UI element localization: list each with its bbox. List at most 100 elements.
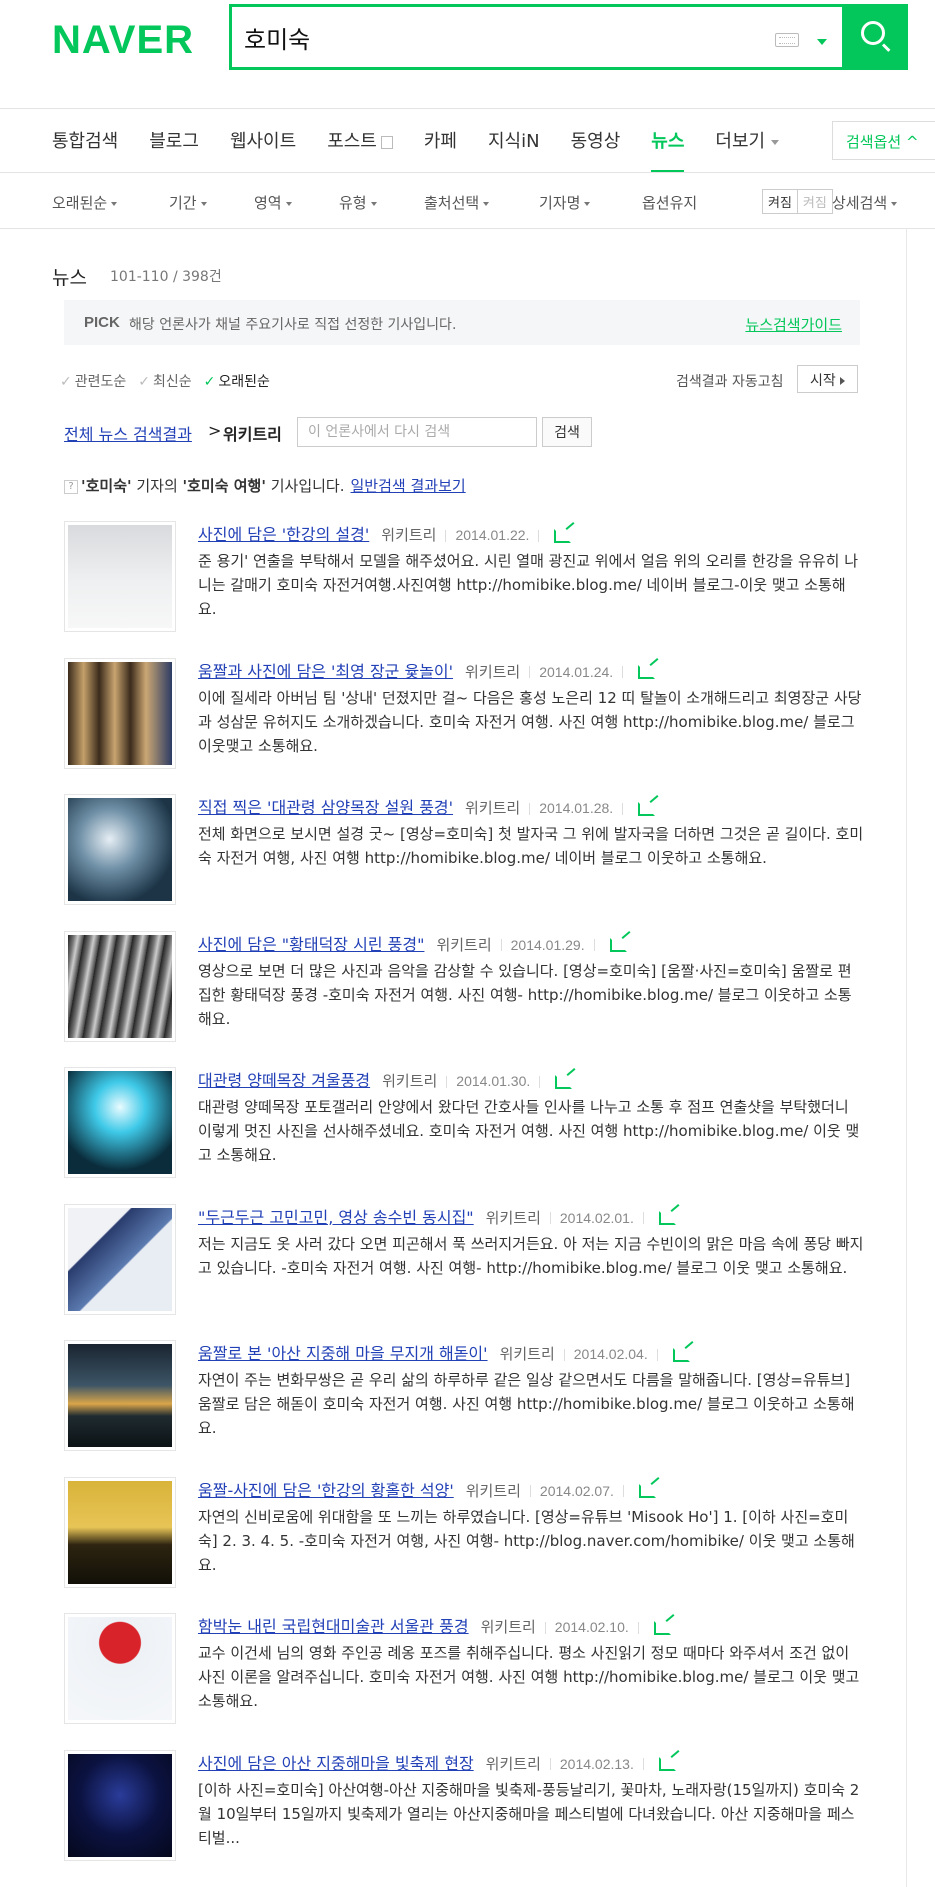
sort-latest[interactable]: ✓ 최신순 — [138, 371, 191, 391]
result-info: 함박눈 내린 국립현대미술관 서울관 풍경 위키트리 2014.02.10. 교수 이… — [198, 1613, 864, 1713]
result-headline[interactable]: 대관령 양떼목장 겨울풍경 — [198, 1071, 370, 1090]
naver-logo[interactable]: NAVER — [52, 18, 194, 63]
result-info: 사진에 담은 "황태덕장 시린 풍경" 위키트리 2014.01.29. 영상으로 보… — [198, 931, 864, 1031]
result-thumbnail[interactable] — [64, 930, 176, 1042]
result-press[interactable]: 위키트리 — [466, 1482, 521, 1500]
search-input[interactable] — [244, 17, 744, 57]
reporter-notice: ? '호미숙' 기자의 '호미숙 여행' 기사입니다. 일반검색 결과보기 — [64, 475, 466, 496]
check-icon: ✓ — [203, 374, 216, 390]
press-search-input[interactable] — [297, 417, 537, 447]
press-search-button[interactable]: 검색 — [542, 417, 592, 447]
result-headline[interactable]: 직접 찍은 '대관령 삼양목장 설원 풍경' — [198, 798, 453, 817]
result-headline[interactable]: "두근두근 고민고민, 영상 송수빈 동시집" — [198, 1208, 474, 1227]
result-thumbnail[interactable] — [64, 1749, 176, 1861]
filter-type-label: 유형 — [339, 194, 367, 212]
tab-blog[interactable]: 블로그 — [149, 127, 199, 153]
result-headline[interactable]: 사진에 담은 '한강의 설경' — [198, 525, 369, 544]
sort-oldest[interactable]: ✓ 오래된순 — [204, 371, 270, 391]
result-headline[interactable]: 움짤-사진에 담은 '한강의 황홀한 석양' — [198, 1481, 454, 1500]
result-press[interactable]: 위키트리 — [481, 1618, 536, 1636]
filter-type[interactable]: 유형 — [339, 192, 377, 213]
result-press[interactable]: 위키트리 — [381, 526, 436, 544]
result-thumbnail[interactable] — [64, 1203, 176, 1315]
result-thumbnail[interactable] — [64, 657, 176, 769]
notice-text: 기자의 — [131, 477, 183, 495]
result-headline[interactable]: 사진에 담은 아산 지중해마을 빛축제 현장 — [198, 1754, 474, 1773]
share-icon[interactable] — [638, 665, 656, 679]
result-press[interactable]: 위키트리 — [436, 936, 491, 954]
filter-detail[interactable]: 상세검색 — [832, 192, 898, 213]
toggle-off[interactable]: 켜짐 — [796, 190, 832, 213]
keyboard-dropdown-icon[interactable] — [817, 39, 827, 45]
news-guide-link[interactable]: 뉴스검색가이드 — [745, 314, 842, 335]
thumbnail-image — [68, 661, 172, 765]
result-press[interactable]: 위키트리 — [500, 1345, 555, 1363]
share-icon[interactable] — [555, 1074, 573, 1089]
result-thumbnail[interactable] — [64, 1067, 176, 1178]
pick-notice: PICK 해당 언론사가 채널 주요기사로 직접 선정한 기사입니다. 뉴스검색… — [64, 300, 860, 345]
auto-refresh-label: 검색결과 자동고침 — [676, 374, 784, 390]
result-description: 준 용기' 연출을 부탁해서 모델을 해주셨어요. 시린 열매 광진교 위에서 … — [198, 552, 859, 618]
result-press[interactable]: 위키트리 — [382, 1072, 437, 1090]
tab-news[interactable]: 뉴스 — [651, 127, 685, 173]
share-icon[interactable] — [658, 1757, 676, 1771]
result-thumbnail[interactable] — [64, 794, 176, 905]
tab-website[interactable]: 웹사이트 — [230, 127, 296, 153]
result-thumbnail[interactable] — [64, 1476, 176, 1588]
result-thumbnail[interactable] — [64, 1340, 176, 1451]
search-tabs: 통합검색 블로그 웹사이트 포스트 카페 지식iN 동영상 뉴스 더보기 — [52, 108, 810, 173]
result-info: 움짤로 본 '아산 지중해 마을 무지개 해돋이' 위키트리 2014.02.04.… — [198, 1340, 864, 1440]
auto-refresh-button[interactable]: 시작 — [797, 365, 858, 393]
tab-more[interactable]: 더보기 — [715, 127, 780, 153]
share-icon[interactable] — [638, 801, 656, 816]
result-press[interactable]: 위키트리 — [486, 1755, 541, 1773]
filter-area-label: 영역 — [254, 194, 282, 212]
help-icon[interactable]: ? — [64, 479, 78, 494]
result-head: 사진에 담은 '한강의 설경' 위키트리 2014.01.22. — [198, 521, 864, 544]
result-press[interactable]: 위키트리 — [465, 663, 520, 681]
general-results-link[interactable]: 일반검색 결과보기 — [351, 477, 466, 495]
filter-area[interactable]: 영역 — [254, 192, 292, 213]
search-button[interactable] — [842, 4, 908, 70]
share-icon[interactable] — [653, 1620, 671, 1635]
tab-post[interactable]: 포스트 — [327, 127, 393, 153]
result-description: 자연이 주는 변화무쌍은 곧 우리 삶의 하루하루 같은 일상 같으면서도 다름… — [198, 1371, 855, 1437]
search-options-button[interactable]: 검색옵션 ^ — [832, 121, 935, 160]
post-icon — [380, 135, 393, 149]
keyboard-icon[interactable] — [775, 33, 799, 47]
share-icon[interactable] — [609, 938, 627, 952]
result-press[interactable]: 위키트리 — [465, 799, 520, 817]
tab-integrated[interactable]: 통합검색 — [52, 127, 118, 153]
result-head: 움짤-사진에 담은 '한강의 황홀한 석양' 위키트리 2014.02.07. — [198, 1477, 864, 1500]
filter-source[interactable]: 출처선택 — [424, 192, 490, 213]
divider — [538, 529, 540, 542]
option-keep-toggle[interactable]: 켜짐 켜짐 — [762, 189, 833, 214]
result-date: 2014.02.07. — [539, 1482, 614, 1499]
sort-relevance[interactable]: ✓ 관련도순 — [60, 371, 126, 391]
sort-label: 관련도순 — [74, 374, 127, 390]
filter-period[interactable]: 기간 — [169, 192, 207, 213]
tab-kin[interactable]: 지식iN — [488, 127, 540, 153]
result-headline[interactable]: 움짤과 사진에 담은 '최영 장군 윷놀이' — [198, 662, 453, 681]
share-icon[interactable] — [638, 1484, 656, 1498]
result-thumbnail[interactable] — [64, 521, 176, 632]
result-headline[interactable]: 함박눈 내린 국립현대미술관 서울관 풍경 — [198, 1617, 469, 1636]
result-press[interactable]: 위키트리 — [486, 1209, 541, 1227]
breadcrumb-separator: > — [208, 421, 222, 440]
filter-reporter[interactable]: 기자명 — [539, 192, 591, 213]
breadcrumb-all-news[interactable]: 전체 뉴스 검색결과 — [64, 421, 192, 445]
result-date: 2014.01.24. — [539, 663, 614, 680]
filter-source-label: 출처선택 — [424, 194, 480, 212]
share-icon[interactable] — [554, 528, 572, 543]
filter-sort[interactable]: 오래된순 — [52, 192, 118, 213]
result-headline[interactable]: 움짤로 본 '아산 지중해 마을 무지개 해돋이' — [198, 1344, 488, 1363]
share-icon[interactable] — [658, 1211, 676, 1225]
notice-reporter: '호미숙' — [81, 477, 132, 495]
section-title: 뉴스 — [52, 267, 87, 289]
toggle-on[interactable]: 켜짐 — [763, 190, 797, 213]
tab-cafe[interactable]: 카페 — [424, 127, 457, 153]
result-thumbnail[interactable] — [64, 1613, 176, 1724]
tab-video[interactable]: 동영상 — [571, 127, 621, 153]
share-icon[interactable] — [672, 1347, 690, 1362]
result-headline[interactable]: 사진에 담은 "황태덕장 시린 풍경" — [198, 935, 424, 954]
